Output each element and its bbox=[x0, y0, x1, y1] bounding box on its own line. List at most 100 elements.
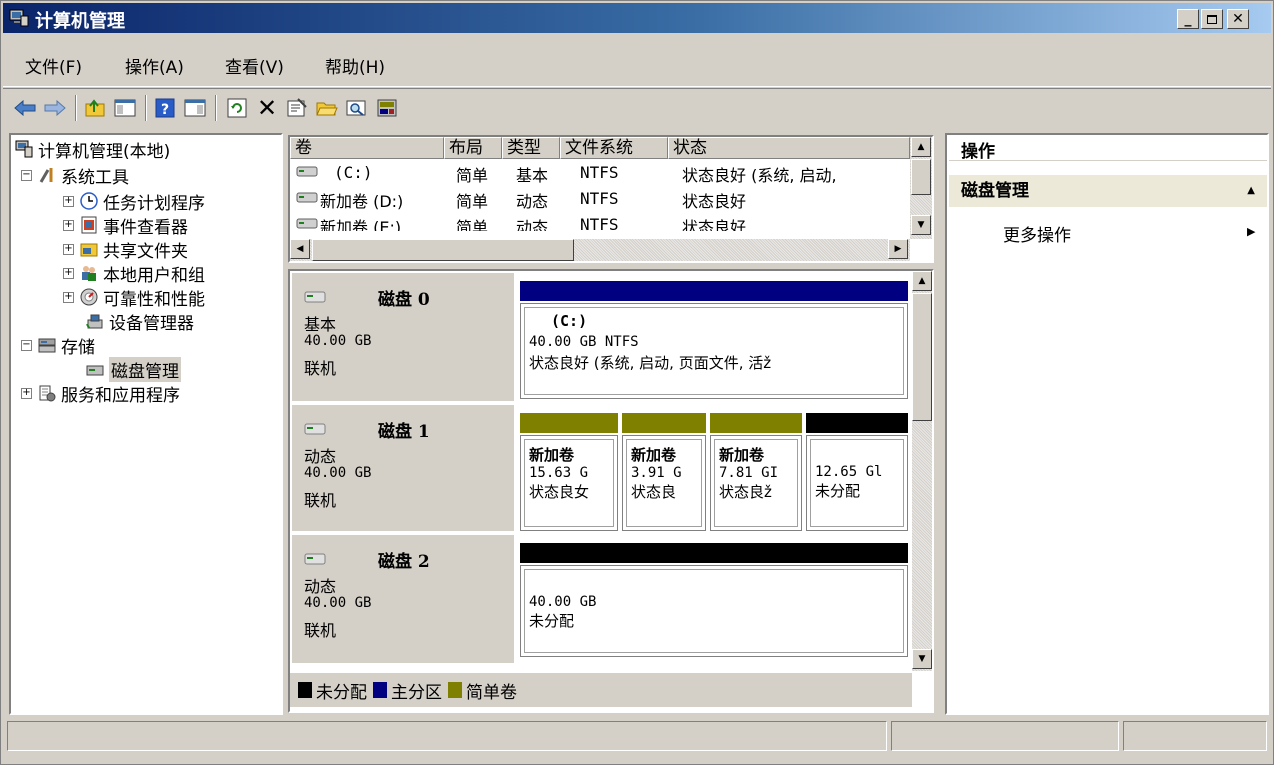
tree-item-event-viewer[interactable]: + 事件查看器 bbox=[63, 213, 188, 238]
show-hide-tree-button[interactable] bbox=[113, 96, 137, 120]
tree-item-label: 任务计划程序 bbox=[103, 193, 205, 214]
disk-1-info[interactable]: 磁盘 1 动态 40.00 GB 联机 bbox=[292, 405, 514, 531]
help-button[interactable]: ? bbox=[153, 96, 177, 120]
table-row[interactable]: 新加卷 (D:) 简单 动态 NTFS 状态良好 bbox=[290, 185, 910, 211]
partition-size: 3.91 G bbox=[631, 465, 682, 481]
column-header-filesystem[interactable]: 文件系统 bbox=[560, 137, 668, 159]
partition-color-bar bbox=[710, 413, 802, 433]
tree-item-storage[interactable]: − 存储 bbox=[21, 333, 95, 358]
disk-settings-icon bbox=[377, 99, 397, 117]
tree-item-shared-folders[interactable]: + 共享文件夹 bbox=[63, 237, 188, 262]
cell-filesystem: NTFS bbox=[580, 215, 619, 231]
expand-icon[interactable]: + bbox=[21, 387, 32, 399]
scroll-left-button[interactable]: ◀ bbox=[290, 239, 310, 259]
menu-view[interactable]: 查看(V) bbox=[225, 53, 284, 78]
close-icon: ✕ bbox=[1232, 11, 1244, 27]
action-group-disk-management[interactable]: 磁盘管理 ▲ bbox=[949, 175, 1267, 207]
disk-map: 磁盘 0 基本 40.00 GB 联机 (C:) 40.00 GB NTFS 状… bbox=[288, 269, 934, 713]
maximize-button[interactable] bbox=[1201, 9, 1223, 29]
tree-item-reliability-performance[interactable]: + 可靠性和性能 bbox=[63, 285, 205, 310]
cell-type: 动态 bbox=[516, 192, 549, 211]
disk-0-info[interactable]: 磁盘 0 基本 40.00 GB 联机 bbox=[292, 273, 514, 401]
table-row[interactable]: (C:) 简单 基本 NTFS 状态良好 (系统, 启动, bbox=[290, 159, 910, 185]
tree-root[interactable]: 计算机管理(本地) bbox=[15, 137, 170, 162]
tree-item-task-scheduler[interactable]: + 任务计划程序 bbox=[63, 189, 205, 214]
disk-settings-button[interactable] bbox=[375, 96, 399, 120]
refresh-button[interactable] bbox=[225, 96, 249, 120]
menu-help[interactable]: 帮助(H) bbox=[325, 53, 385, 78]
scroll-up-button[interactable]: ▲ bbox=[911, 137, 931, 157]
legend: 未分配 主分区 简单卷 bbox=[290, 673, 912, 707]
scroll-up-button[interactable]: ▲ bbox=[912, 271, 932, 291]
column-header-layout[interactable]: 布局 bbox=[444, 137, 502, 159]
action-pane-icon bbox=[184, 99, 206, 117]
disk-type: 动态 bbox=[304, 447, 337, 466]
column-header-status[interactable]: 状态 bbox=[668, 137, 910, 159]
title-bar[interactable]: 计算机管理 _ ✕ bbox=[3, 3, 1271, 33]
console-tree-icon bbox=[114, 99, 136, 117]
tree-item-services-applications[interactable]: + 服务和应用程序 bbox=[21, 381, 180, 406]
cell-type: 基本 bbox=[516, 166, 549, 185]
legend-swatch-simple bbox=[448, 682, 462, 698]
partition-content: 12.65 Gl 未分配 bbox=[810, 439, 904, 527]
table-row[interactable]: 新加卷 (E:) 简单 动态 NTFS 状态良好 bbox=[290, 211, 910, 231]
scroll-down-button[interactable]: ▼ bbox=[912, 649, 932, 669]
partition-unallocated[interactable]: 40.00 GB 未分配 bbox=[520, 565, 908, 657]
column-header-type[interactable]: 类型 bbox=[502, 137, 560, 159]
partition-volume-1[interactable]: 新加卷 15.63 G 状态良女 bbox=[520, 435, 618, 531]
arrow-left-icon: ◀ bbox=[296, 244, 304, 254]
scroll-thumb[interactable] bbox=[912, 293, 932, 421]
partition-volume-3[interactable]: 新加卷 7.81 GI 状态良ž bbox=[710, 435, 802, 531]
collapse-icon[interactable]: − bbox=[21, 339, 32, 351]
partition-status: 未分配 bbox=[529, 612, 575, 630]
scroll-right-button[interactable]: ▶ bbox=[888, 239, 908, 259]
tree-item-system-tools[interactable]: − 系统工具 bbox=[21, 163, 129, 188]
menu-action[interactable]: 操作(A) bbox=[125, 53, 184, 78]
disk-icon bbox=[304, 421, 326, 440]
back-button[interactable] bbox=[13, 96, 37, 120]
disk-icon bbox=[304, 551, 326, 570]
cell-layout: 简单 bbox=[456, 192, 489, 211]
partition-title bbox=[815, 444, 903, 464]
tools-icon bbox=[38, 166, 56, 184]
partition-content: 新加卷 3.91 G 状态良 bbox=[626, 439, 702, 527]
partition-volume-2[interactable]: 新加卷 3.91 G 状态良 bbox=[622, 435, 706, 531]
scroll-thumb[interactable] bbox=[911, 159, 931, 195]
close-button[interactable]: ✕ bbox=[1227, 9, 1249, 29]
menu-file[interactable]: 文件(F) bbox=[25, 53, 82, 78]
tree-item-local-users-groups[interactable]: + 本地用户和组 bbox=[63, 261, 205, 286]
disk-2-info[interactable]: 磁盘 2 动态 40.00 GB 联机 bbox=[292, 535, 514, 663]
cell-filesystem: NTFS bbox=[580, 189, 619, 208]
search-button[interactable] bbox=[345, 96, 369, 120]
tree-item-disk-management[interactable]: 磁盘管理 bbox=[86, 356, 181, 382]
column-header-volume[interactable]: 卷 bbox=[290, 137, 444, 159]
performance-gauge-icon bbox=[80, 288, 98, 306]
more-actions-item[interactable]: 更多操作 bbox=[1003, 221, 1071, 246]
collapse-icon[interactable]: − bbox=[21, 169, 32, 181]
tree-item-label: 系统工具 bbox=[61, 167, 129, 188]
properties-button[interactable] bbox=[285, 96, 309, 120]
expand-icon[interactable]: + bbox=[63, 291, 74, 303]
up-folder-button[interactable] bbox=[83, 96, 107, 120]
partition-size: 40.00 GB bbox=[529, 594, 597, 610]
storage-icon bbox=[38, 336, 56, 354]
delete-button[interactable]: ✕ bbox=[255, 96, 279, 120]
partition-size: 15.63 G bbox=[529, 465, 589, 481]
show-hide-action-pane-button[interactable] bbox=[183, 96, 207, 120]
forward-button[interactable] bbox=[43, 96, 67, 120]
open-folder-button[interactable] bbox=[315, 96, 339, 120]
scroll-down-button[interactable]: ▼ bbox=[911, 215, 931, 235]
tree-item-device-manager[interactable]: 设备管理器 bbox=[86, 309, 194, 334]
partition-c[interactable]: (C:) 40.00 GB NTFS 状态良好 (系统, 启动, 页面文件, 活… bbox=[520, 303, 908, 399]
partition-unallocated[interactable]: 12.65 Gl 未分配 bbox=[806, 435, 908, 531]
expand-icon[interactable]: + bbox=[63, 195, 74, 207]
expand-icon[interactable]: + bbox=[63, 267, 74, 279]
scroll-thumb[interactable] bbox=[312, 239, 574, 261]
disk-2-partitions: 40.00 GB 未分配 bbox=[520, 543, 910, 659]
disk-type: 基本 bbox=[304, 315, 337, 334]
expand-icon[interactable]: + bbox=[63, 219, 74, 231]
partition-content: 新加卷 7.81 GI 状态良ž bbox=[714, 439, 798, 527]
expand-icon[interactable]: + bbox=[63, 243, 74, 255]
minimize-button[interactable]: _ bbox=[1177, 9, 1199, 29]
tree-item-label: 服务和应用程序 bbox=[61, 385, 180, 406]
